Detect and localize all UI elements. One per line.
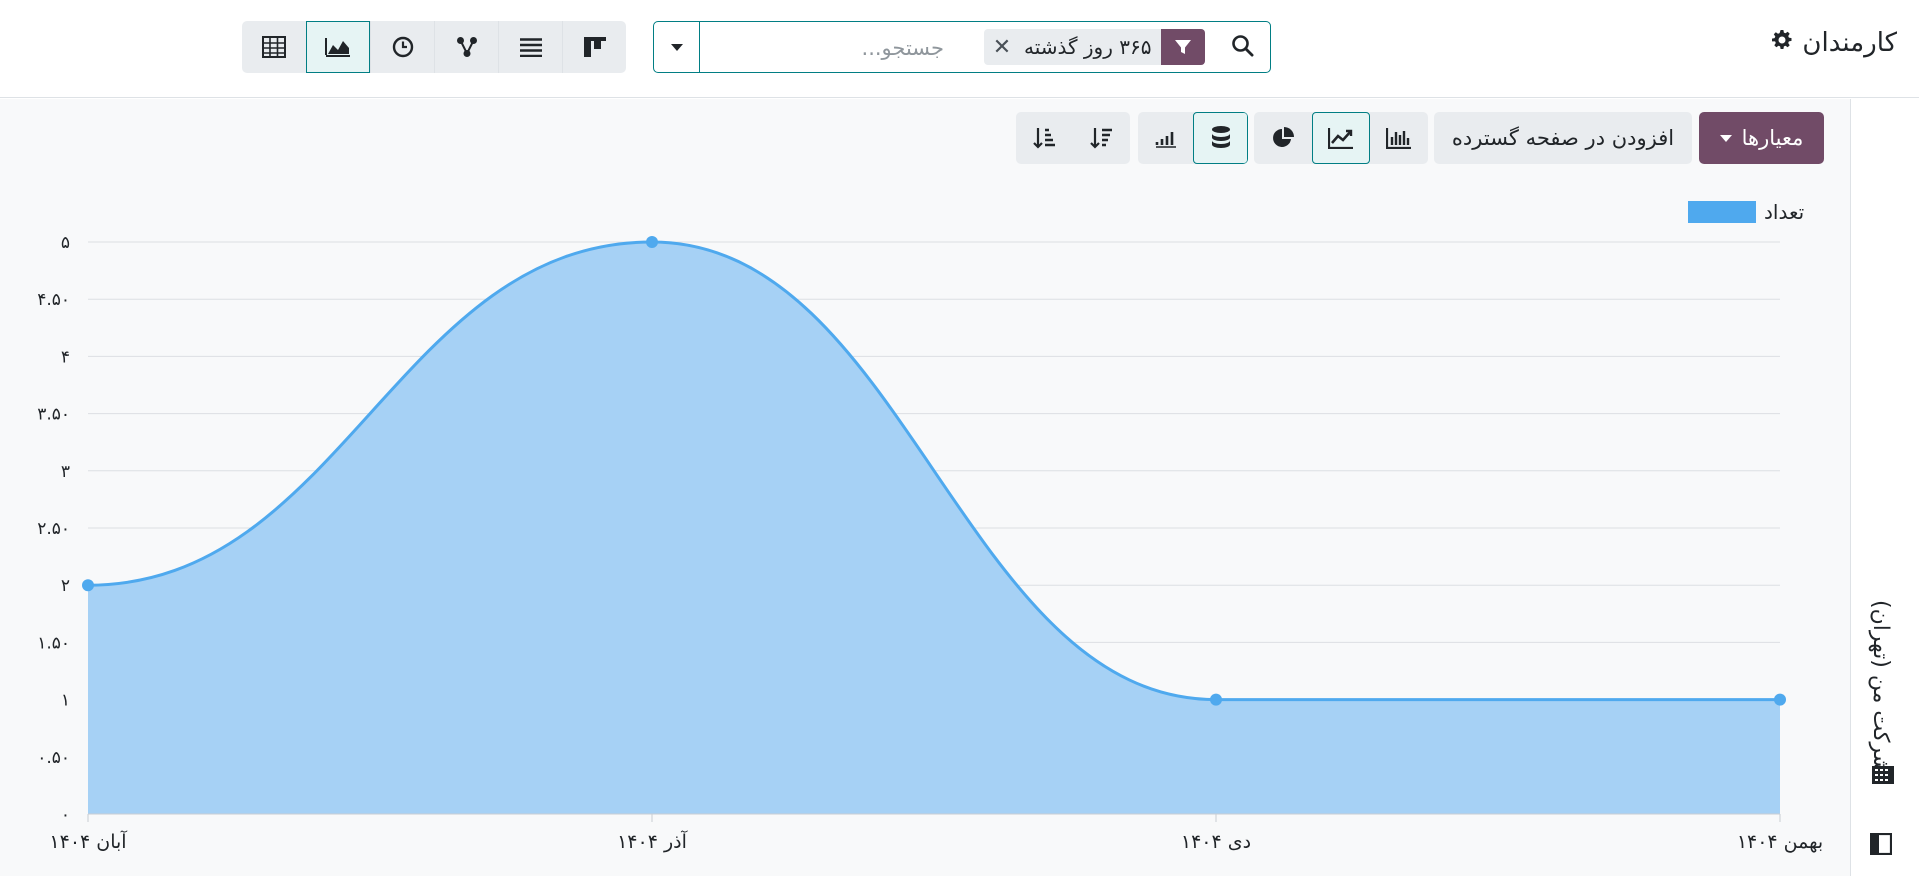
line-chart: ۰ ۰.۵۰ ۱ ۱.۵۰ ۲ ۲.۵۰ ۳ ۳.۵۰ ۴ ۴.۵۰ ۵ آبان ۱۴۰۴ آذر ۱… bbox=[37, 233, 1823, 853]
measures-button[interactable]: معیارها bbox=[1699, 112, 1824, 164]
pie-chart-button[interactable] bbox=[1254, 112, 1312, 164]
x-tick-label: بهمن ۱۴۰۴ bbox=[1737, 831, 1823, 853]
search-icon[interactable] bbox=[1230, 33, 1258, 61]
chart-area: ۰ ۰.۵۰ ۱ ۱.۵۰ ۲ ۲.۵۰ ۳ ۳.۵۰ ۴ ۴.۵۰ ۵ آبان ۱۴۰۴ آذر ۱… bbox=[0, 180, 1850, 870]
control-panel: کارمندان ✕ ۳۶۵ روز گذشته bbox=[0, 0, 1919, 98]
bar-chart-icon bbox=[1385, 128, 1411, 149]
add-to-spreadsheet-label: افزودن در صفحه گسترده bbox=[1451, 126, 1675, 150]
close-icon[interactable]: ✕ bbox=[984, 29, 1020, 65]
kanban-view-button[interactable] bbox=[562, 21, 626, 73]
y-tick-label: ۲.۵۰ bbox=[37, 519, 70, 539]
chart-mode-group bbox=[1138, 112, 1248, 164]
clock-icon bbox=[392, 36, 413, 58]
line-chart-icon bbox=[1327, 128, 1353, 149]
y-tick-label: ۵ bbox=[61, 233, 70, 253]
data-point bbox=[82, 579, 94, 592]
y-tick-label: ۲ bbox=[61, 576, 70, 596]
search-input[interactable] bbox=[714, 34, 944, 62]
measures-label: معیارها bbox=[1741, 126, 1804, 150]
chart-type-group bbox=[1254, 112, 1428, 164]
list-view-button[interactable] bbox=[498, 21, 562, 73]
list-icon bbox=[519, 38, 542, 57]
area-chart-icon bbox=[325, 38, 350, 57]
bar-chart-button[interactable] bbox=[1370, 112, 1428, 164]
y-tick-label: ۰.۵۰ bbox=[37, 748, 70, 768]
pivot-view-button[interactable] bbox=[242, 21, 306, 73]
data-point bbox=[1774, 693, 1786, 706]
cumulative-icon bbox=[1155, 132, 1176, 148]
y-tick-label: ۰ bbox=[61, 805, 70, 825]
y-tick-label: ۴.۵۰ bbox=[37, 290, 70, 310]
y-tick-label: ۴ bbox=[61, 347, 70, 367]
view-switcher bbox=[242, 21, 626, 73]
add-to-spreadsheet-button[interactable]: افزودن در صفحه گسترده bbox=[1434, 112, 1692, 164]
search-options-toggle[interactable] bbox=[654, 22, 700, 72]
company-switcher[interactable]: شرکت من (تهران) bbox=[1868, 600, 1893, 773]
facet-label: ۳۶۵ روز گذشته bbox=[1024, 35, 1152, 59]
x-tick-label: آبان ۱۴۰۴ bbox=[49, 829, 127, 853]
stacked-icon bbox=[1211, 126, 1230, 148]
sort-descending-icon bbox=[1089, 128, 1112, 149]
chevron-down-icon bbox=[1719, 134, 1732, 142]
kanban-icon bbox=[583, 37, 606, 57]
y-tick-label: ۱ bbox=[61, 691, 70, 711]
hierarchy-icon bbox=[456, 37, 477, 57]
stacked-button[interactable] bbox=[1193, 112, 1248, 164]
x-tick-label: آذر ۱۴۰۴ bbox=[617, 829, 688, 853]
line-chart-button[interactable] bbox=[1311, 112, 1370, 164]
breadcrumb: کارمندان bbox=[1772, 28, 1897, 58]
building-icon bbox=[1871, 765, 1897, 787]
graph-view-button[interactable] bbox=[306, 21, 370, 73]
page-title: کارمندان bbox=[1802, 28, 1897, 58]
y-tick-label: ۱.۵۰ bbox=[37, 633, 70, 653]
x-tick-label: دی ۱۴۰۴ bbox=[1181, 831, 1251, 853]
gear-icon[interactable] bbox=[1772, 30, 1792, 56]
pie-chart-icon bbox=[1273, 127, 1294, 147]
data-point bbox=[1210, 693, 1222, 706]
search-bar: ✕ ۳۶۵ روز گذشته bbox=[653, 21, 1271, 73]
filter-icon bbox=[1161, 29, 1206, 65]
search-facet: ✕ ۳۶۵ روز گذشته bbox=[984, 29, 1206, 65]
sidebar-toggle-icon[interactable] bbox=[1869, 832, 1894, 857]
sort-descending-button[interactable] bbox=[1073, 112, 1130, 164]
chevron-down-icon bbox=[670, 43, 683, 51]
sort-ascending-icon bbox=[1032, 128, 1055, 149]
activity-view-button[interactable] bbox=[370, 21, 434, 73]
hierarchy-view-button[interactable] bbox=[434, 21, 498, 73]
cumulative-button[interactable] bbox=[1138, 112, 1193, 164]
y-tick-label: ۳ bbox=[61, 462, 70, 482]
sort-group bbox=[1016, 112, 1130, 164]
y-tick-label: ۳.۵۰ bbox=[37, 405, 70, 425]
sort-ascending-button[interactable] bbox=[1016, 112, 1073, 164]
data-point bbox=[646, 236, 658, 248]
table-icon bbox=[262, 36, 286, 58]
